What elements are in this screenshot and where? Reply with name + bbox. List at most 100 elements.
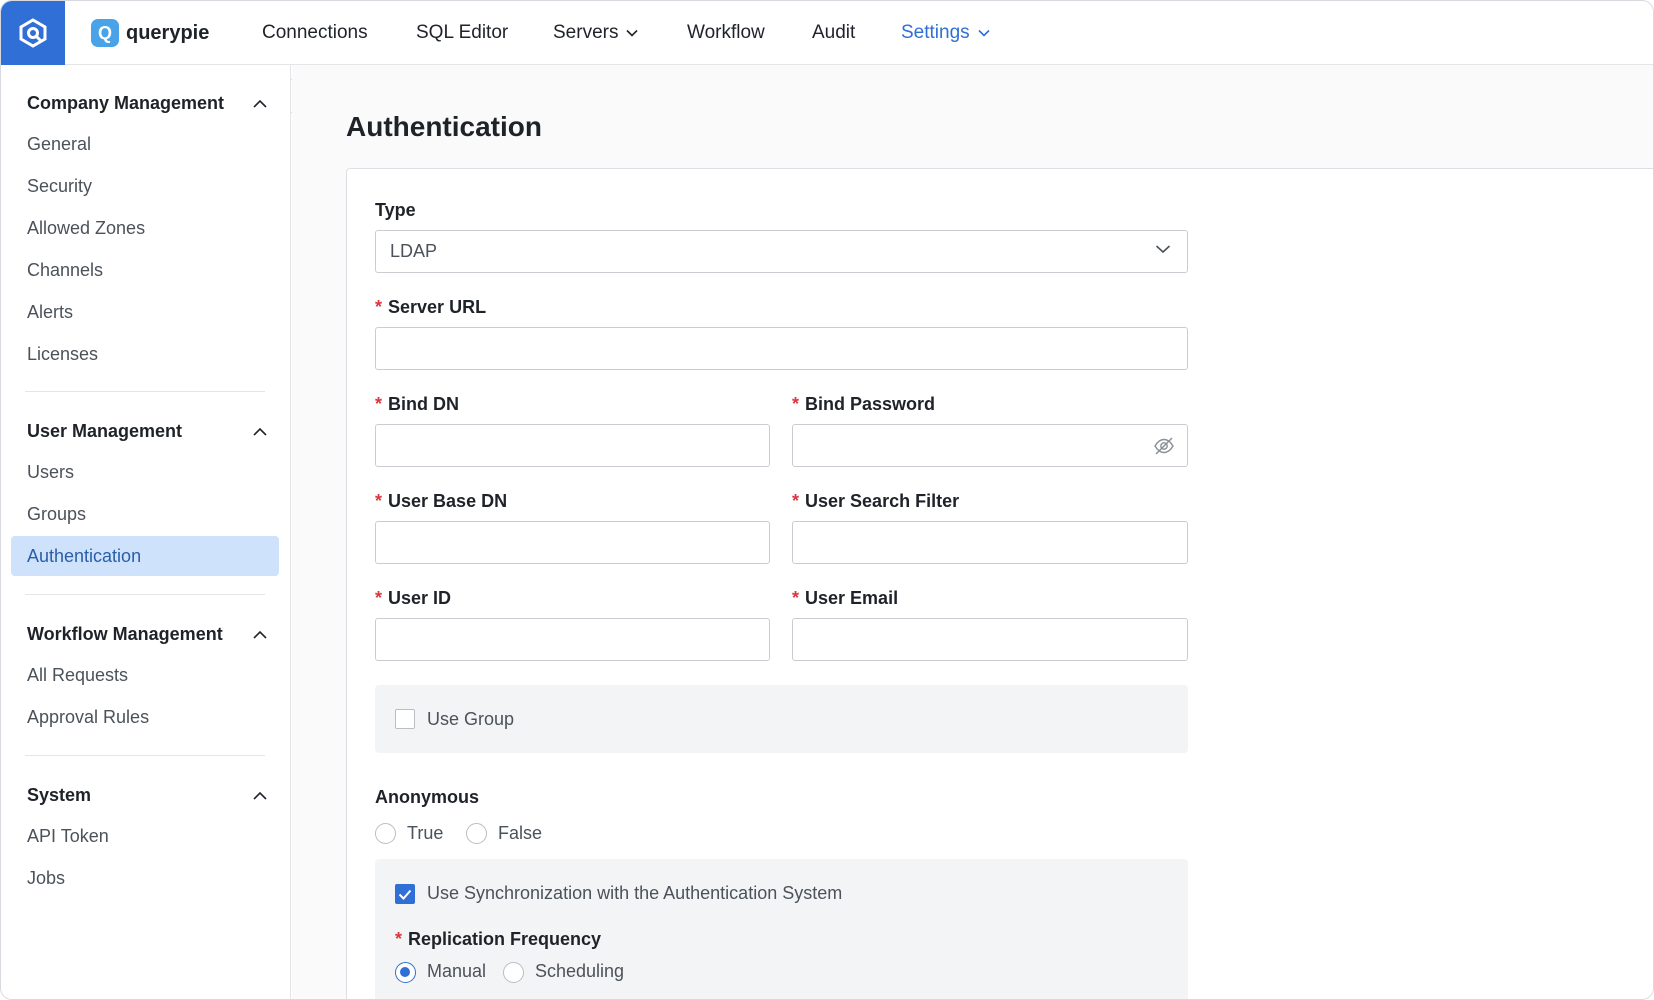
brand-mark-icon: Q bbox=[91, 19, 119, 47]
sidebar-section-user-management[interactable]: User Management bbox=[27, 417, 267, 445]
sidebar-section-system[interactable]: System bbox=[27, 781, 267, 809]
replication-frequency-label-text: Replication Frequency bbox=[408, 929, 602, 949]
required-marker: * bbox=[375, 491, 383, 511]
server-url-label: * Server URL bbox=[375, 297, 486, 318]
nav-label: Audit bbox=[812, 22, 856, 43]
required-marker: * bbox=[792, 491, 800, 511]
section-title: Company Management bbox=[27, 92, 225, 113]
required-marker: * bbox=[375, 394, 383, 414]
type-label: Type bbox=[375, 200, 416, 221]
use-group-checkbox[interactable] bbox=[395, 709, 415, 729]
use-sync-checkbox[interactable] bbox=[395, 884, 415, 904]
sidebar-divider bbox=[25, 594, 265, 595]
anonymous-true-label[interactable]: True bbox=[407, 823, 443, 844]
chevron-up-icon bbox=[253, 791, 267, 800]
sidebar-item-users[interactable]: Users bbox=[27, 459, 74, 485]
user-id-input[interactable] bbox=[375, 618, 770, 661]
server-url-input[interactable] bbox=[375, 327, 1188, 370]
replication-scheduling-radio[interactable] bbox=[503, 962, 524, 983]
use-sync-label[interactable]: Use Synchronization with the Authenticat… bbox=[427, 883, 842, 904]
nav-connections[interactable]: Connections bbox=[262, 19, 368, 47]
replication-scheduling-label[interactable]: Scheduling bbox=[535, 961, 624, 982]
type-select-value: LDAP bbox=[390, 241, 438, 261]
sidebar-item-all-requests[interactable]: All Requests bbox=[27, 662, 128, 688]
sidebar-item-api-token[interactable]: API Token bbox=[27, 823, 109, 849]
sidebar-item-security[interactable]: Security bbox=[27, 173, 92, 199]
sidebar-section-company-management[interactable]: Company Management bbox=[27, 89, 267, 117]
app-window: Q querypie Connections SQL Editor Server… bbox=[0, 0, 1654, 1000]
sidebar-section-workflow-management[interactable]: Workflow Management bbox=[27, 620, 267, 648]
nav-label: Connections bbox=[262, 22, 368, 43]
user-search-filter-input[interactable] bbox=[792, 521, 1188, 564]
top-nav: Q querypie Connections SQL Editor Server… bbox=[1, 1, 1653, 65]
required-marker: * bbox=[375, 297, 383, 317]
authentication-form-card: Type LDAP * Server URL * Bind DN * Bind Pas… bbox=[346, 168, 1653, 999]
user-email-input[interactable] bbox=[792, 618, 1188, 661]
check-icon bbox=[398, 889, 412, 900]
sidebar-divider bbox=[25, 391, 265, 392]
bind-password-label: * Bind Password bbox=[792, 394, 935, 415]
type-label-text: Type bbox=[375, 200, 416, 220]
section-title: User Management bbox=[27, 420, 183, 441]
replication-frequency-label: * Replication Frequency bbox=[395, 929, 601, 950]
user-search-filter-label: * User Search Filter bbox=[792, 491, 959, 512]
nav-servers[interactable]: Servers bbox=[553, 19, 639, 47]
nav-label: Servers bbox=[553, 22, 619, 43]
anonymous-label-text: Anonymous bbox=[375, 787, 480, 807]
nav-sql-editor[interactable]: SQL Editor bbox=[416, 19, 508, 47]
sidebar-item-jobs[interactable]: Jobs bbox=[27, 865, 65, 891]
chevron-up-icon bbox=[253, 630, 267, 639]
user-email-label: * User Email bbox=[792, 588, 898, 609]
user-search-filter-label-text: User Search Filter bbox=[805, 491, 960, 511]
sidebar-item-authentication[interactable]: Authentication bbox=[11, 536, 279, 576]
bind-dn-input[interactable] bbox=[375, 424, 770, 467]
anonymous-false-radio[interactable] bbox=[466, 823, 487, 844]
bind-dn-label: * Bind DN bbox=[375, 394, 459, 415]
anonymous-label: Anonymous bbox=[375, 787, 479, 808]
nav-audit[interactable]: Audit bbox=[812, 19, 855, 47]
user-email-label-text: User Email bbox=[805, 588, 899, 608]
nav-workflow[interactable]: Workflow bbox=[687, 19, 765, 47]
user-id-label: * User ID bbox=[375, 588, 451, 609]
chevron-up-icon bbox=[253, 427, 267, 436]
use-group-panel: Use Group bbox=[375, 685, 1188, 753]
sidebar-divider bbox=[25, 755, 265, 756]
main-content: Authentication Type LDAP * Server URL * Bi… bbox=[292, 65, 1653, 999]
user-base-dn-label-text: User Base DN bbox=[388, 491, 508, 511]
brand-logo[interactable]: Q querypie bbox=[91, 19, 209, 47]
user-base-dn-label: * User Base DN bbox=[375, 491, 507, 512]
sidebar-item-approval-rules[interactable]: Approval Rules bbox=[27, 704, 149, 730]
user-base-dn-input[interactable] bbox=[375, 521, 770, 564]
bind-dn-label-text: Bind DN bbox=[388, 394, 460, 414]
sidebar-item-licenses[interactable]: Licenses bbox=[27, 341, 98, 367]
sidebar-item-channels[interactable]: Channels bbox=[27, 257, 103, 283]
nav-settings[interactable]: Settings bbox=[901, 19, 990, 47]
nav-label: SQL Editor bbox=[416, 22, 509, 43]
replication-manual-radio[interactable] bbox=[395, 962, 416, 983]
eye-off-icon[interactable] bbox=[1153, 435, 1175, 457]
nav-label: Settings bbox=[901, 22, 970, 43]
sidebar-item-allowed-zones[interactable]: Allowed Zones bbox=[27, 215, 145, 241]
sidebar-item-groups[interactable]: Groups bbox=[27, 501, 86, 527]
type-select[interactable]: LDAP bbox=[375, 230, 1188, 273]
sidebar-item-general[interactable]: General bbox=[27, 131, 91, 157]
anonymous-false-label[interactable]: False bbox=[498, 823, 542, 844]
replication-manual-label[interactable]: Manual bbox=[427, 961, 486, 982]
chevron-down-icon bbox=[626, 29, 639, 37]
chevron-down-icon bbox=[978, 29, 990, 37]
bind-password-input[interactable] bbox=[792, 424, 1188, 467]
sync-panel: Use Synchronization with the Authenticat… bbox=[375, 859, 1188, 999]
sidebar: Company Management General Security Allo… bbox=[1, 65, 291, 999]
home-button[interactable] bbox=[1, 1, 65, 65]
querypie-logo-icon bbox=[19, 18, 47, 48]
bind-password-label-text: Bind Password bbox=[805, 394, 936, 414]
user-id-label-text: User ID bbox=[388, 588, 452, 608]
brand-name: querypie bbox=[126, 21, 210, 44]
section-title: System bbox=[27, 784, 92, 805]
anonymous-true-radio[interactable] bbox=[375, 823, 396, 844]
sidebar-item-alerts[interactable]: Alerts bbox=[27, 299, 73, 325]
use-group-label[interactable]: Use Group bbox=[427, 709, 514, 730]
required-marker: * bbox=[792, 588, 800, 608]
chevron-down-icon bbox=[1155, 245, 1171, 254]
chevron-up-icon bbox=[253, 99, 267, 108]
